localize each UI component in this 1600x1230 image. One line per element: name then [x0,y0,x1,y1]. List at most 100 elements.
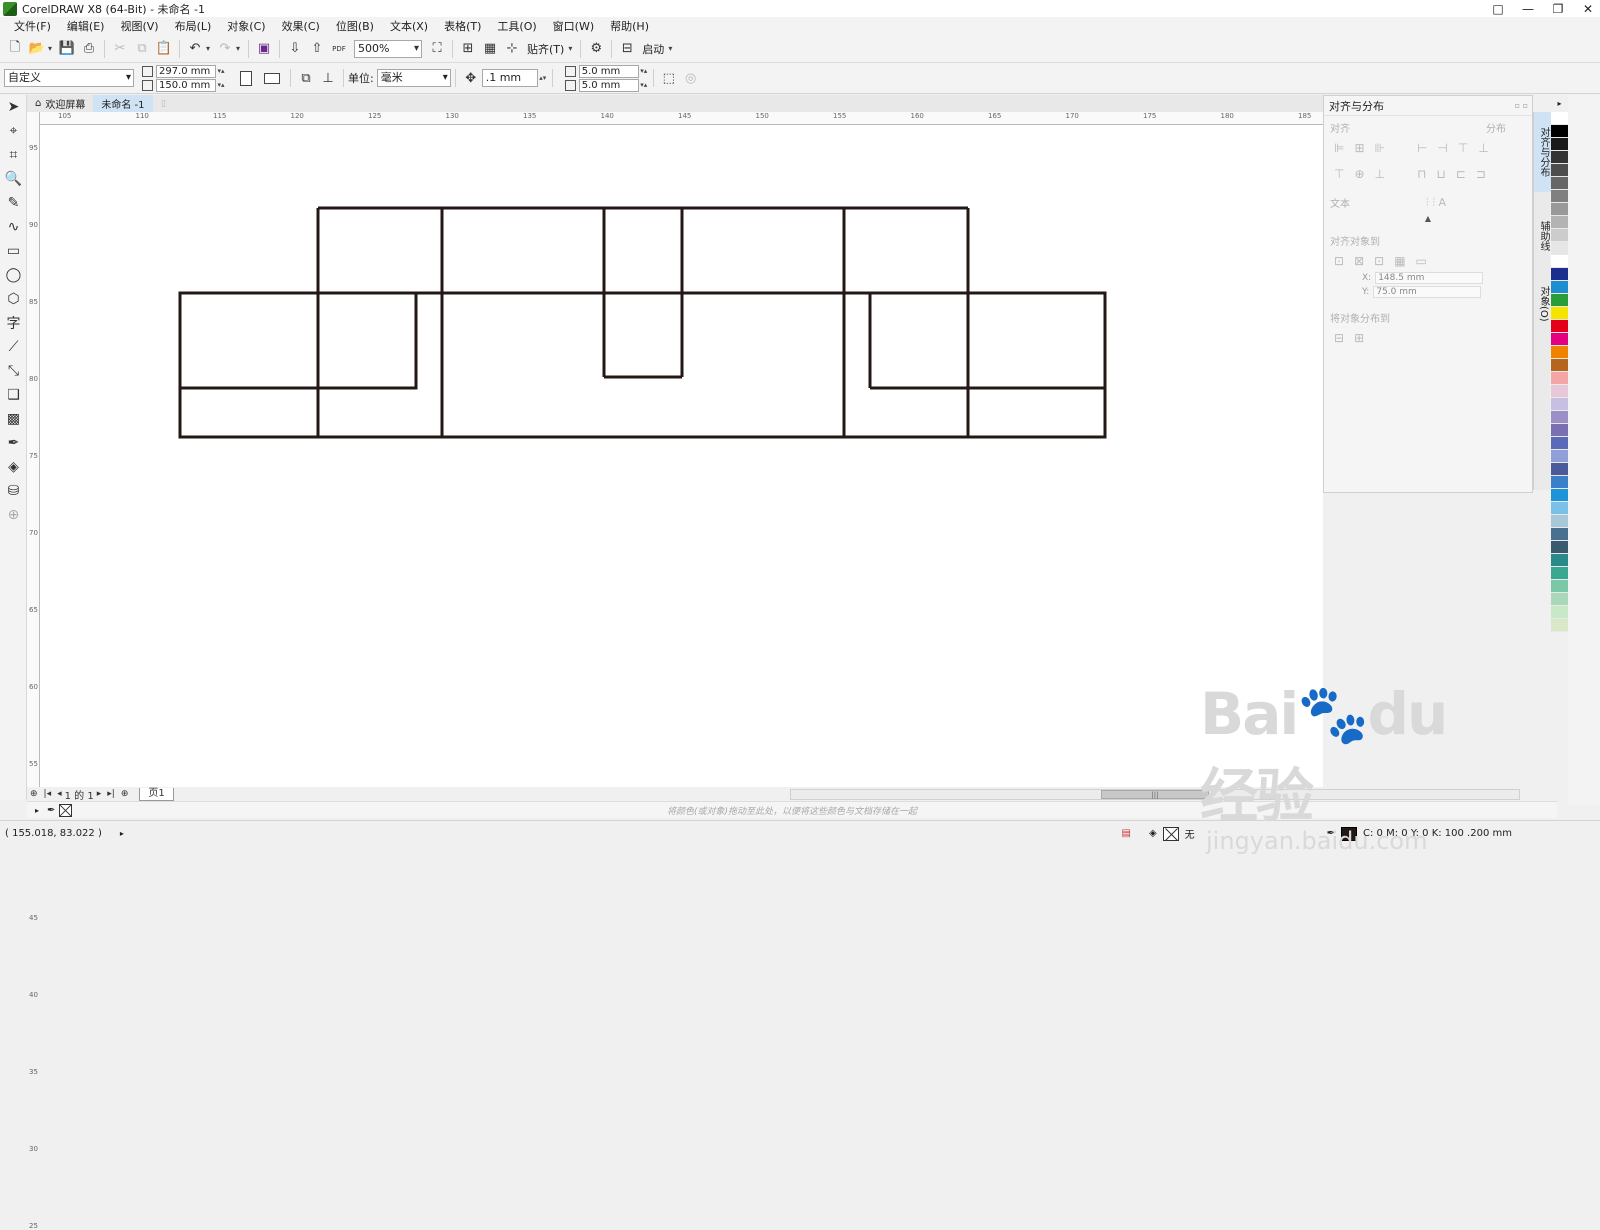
eyedropper-small-icon[interactable]: ✒ [47,805,55,816]
palette-swatch[interactable] [1551,515,1568,528]
distribute-bottom-icon[interactable]: ⊐ [1476,167,1486,181]
nudge-distance-input[interactable]: .1 mm [481,69,538,87]
distribute-spacing-h-icon[interactable]: ⊤ [1458,141,1468,155]
save-icon[interactable]: 💾 [56,38,78,60]
docker-tab-objects[interactable]: 对象(O) [1534,274,1551,334]
horizontal-ruler[interactable]: 105 110 115 120 125 130 135 140 145 150 155 160 165 1… [40,112,1323,125]
align-top-icon[interactable]: ⊤ [1334,167,1344,181]
align-to-grid-icon[interactable]: ▦ [1394,254,1405,268]
print-icon[interactable]: ⎙ [78,38,100,60]
palette-swatch[interactable] [1551,229,1568,242]
snap-to-button[interactable]: 贴齐(T) [523,41,568,57]
units-select[interactable]: 毫米 [376,69,451,87]
close-button[interactable]: ✕ [1580,2,1596,16]
align-center-h-icon[interactable]: ⊞ [1354,141,1364,155]
text-align-icons[interactable]: ⫶ ⫶ A [1426,196,1446,210]
connector-tool-icon[interactable]: ⤡ [0,359,27,383]
align-to-point-icon[interactable]: ▭ [1416,254,1427,268]
ellipse-tool-icon[interactable]: ◯ [0,263,27,287]
docker-pin-icon[interactable]: ▫ ▫ [1515,101,1528,110]
palette-swatch[interactable] [1551,216,1568,229]
show-grid-icon[interactable]: ▦ [479,38,501,60]
quick-customize-icon[interactable]: ⊕ [0,503,27,527]
color-profile-icon[interactable]: ▤ [1121,828,1130,839]
palette-swatch[interactable] [1551,294,1568,307]
cut-icon[interactable]: ✂ [109,38,131,60]
last-page-icon[interactable]: ▸| [104,789,118,799]
menu-window[interactable]: 窗口(W) [545,18,602,34]
distribute-center-h-icon[interactable]: ⊣ [1437,141,1447,155]
crop-tool-icon[interactable]: ⌗ [0,143,27,167]
palette-swatch[interactable] [1551,190,1568,203]
palette-swatch[interactable] [1551,593,1568,606]
drop-shadow-icon[interactable]: ❑ [0,383,27,407]
palette-swatch[interactable] [1551,359,1568,372]
palette-swatch[interactable] [1551,138,1568,151]
portrait-icon[interactable] [240,70,252,86]
vertical-ruler[interactable]: 959085807570656055504540353025 [27,112,40,1230]
palette-swatch[interactable] [1551,346,1568,359]
distribute-spacing-v-icon[interactable]: ⊏ [1456,167,1466,181]
snap-dropdown-icon[interactable]: ▾ [568,44,576,53]
palette-swatch[interactable] [1551,307,1568,320]
open-folder-icon[interactable]: 📂 [26,38,48,60]
distribute-to-page-icon[interactable]: ⊞ [1354,331,1364,345]
menu-tools[interactable]: 工具(O) [489,18,544,34]
menu-edit[interactable]: 编辑(E) [59,18,113,34]
fill-none-swatch[interactable] [1162,826,1179,841]
launch-button[interactable]: 启动 [638,41,668,57]
page-tab[interactable]: 页1 [139,787,174,801]
palette-swatch[interactable] [1551,281,1568,294]
page-size-select[interactable]: 自定义 [4,69,134,87]
menu-object[interactable]: 对象(C) [219,18,273,34]
palette-swatch[interactable] [1551,606,1568,619]
palette-swatch[interactable] [1551,320,1568,333]
duplicate-y-input[interactable]: 5.0 mm [578,78,639,92]
lock-icon[interactable]: ◎ [680,67,702,89]
palette-swatch[interactable] [1551,411,1568,424]
scrollbar-thumb[interactable]: ||| [1101,790,1209,799]
distribute-center-v-icon[interactable]: ⊔ [1436,167,1445,181]
horizontal-scrollbar[interactable]: ||| [790,789,1520,800]
status-expand-icon[interactable]: ▸ [120,829,124,838]
palette-swatch[interactable] [1551,528,1568,541]
outline-color-swatch[interactable] [1341,826,1358,841]
palette-swatch[interactable] [1551,502,1568,515]
options-gear-icon[interactable]: ⚙ [585,38,607,60]
open-dropdown-icon[interactable]: ▾ [48,44,56,53]
shape-tool-icon[interactable]: ⌖ [0,119,27,143]
palette-swatch[interactable] [1551,268,1568,281]
add-page-after-icon[interactable]: ⊕ [118,789,132,799]
landscape-icon[interactable] [264,72,280,84]
export-icon[interactable]: ⇧ [306,38,328,60]
distribute-to-selection-icon[interactable]: ⊟ [1334,331,1344,345]
align-right-icon[interactable]: ⊪ [1375,141,1385,155]
palette-swatch[interactable] [1551,554,1568,567]
tab-welcome[interactable]: ⌂ 欢迎屏幕 [27,95,93,112]
align-to-active-icon[interactable]: ⊡ [1334,254,1344,268]
palette-swatch[interactable] [1551,372,1568,385]
launch-dropdown-icon[interactable]: ▾ [668,44,676,53]
prev-page-icon[interactable]: ◂ [54,789,65,799]
menu-help[interactable]: 帮助(H) [602,18,657,34]
artistic-media-icon[interactable]: ∿ [0,215,27,239]
palette-scroll-up-icon[interactable]: ▸ [1551,95,1568,112]
parallel-dimension-icon[interactable]: ⟋ [0,335,27,359]
height-spinner-icon[interactable]: ▾▴ [216,81,226,89]
palette-swatch[interactable] [1551,437,1568,450]
align-bottom-icon[interactable]: ⊥ [1375,167,1385,181]
minimize-button[interactable]: — [1520,2,1536,16]
distribute-right-icon[interactable]: ⊥ [1478,141,1488,155]
all-pages-icon[interactable]: ⧉ [295,67,317,89]
palette-swatch[interactable] [1551,424,1568,437]
palette-swatch[interactable] [1551,125,1568,138]
show-rulers-icon[interactable]: ⊞ [457,38,479,60]
paste-icon[interactable]: 📋 [153,38,175,60]
palette-swatch[interactable] [1551,580,1568,593]
menu-bitmaps[interactable]: 位图(B) [328,18,382,34]
rectangle-tool-icon[interactable]: ▭ [0,239,27,263]
palette-swatch[interactable] [1551,151,1568,164]
nudge-spinner-icon[interactable]: ▴▾ [538,74,548,82]
page-height-input[interactable]: 150.0 mm [156,78,216,92]
palette-swatch[interactable] [1551,164,1568,177]
